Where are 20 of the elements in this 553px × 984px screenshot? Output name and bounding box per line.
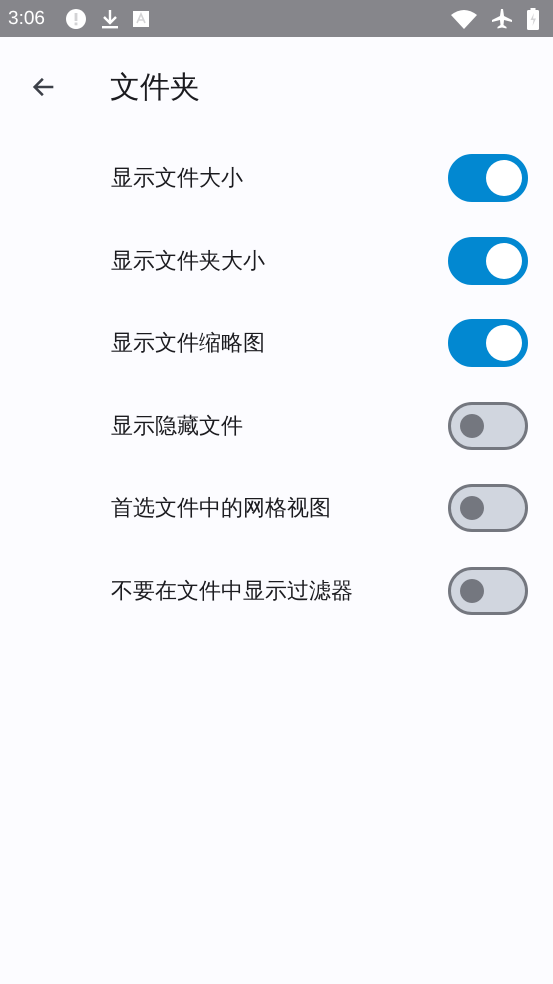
status-time: 3:06 <box>8 8 45 30</box>
airplane-icon <box>491 8 513 30</box>
setting-label: 首选文件中的网格视图 <box>111 495 332 524</box>
toggle-switch[interactable] <box>448 484 528 532</box>
setting-label: 显示文件夹大小 <box>111 248 266 276</box>
toggle-switch[interactable] <box>448 566 528 615</box>
toggle-switch[interactable] <box>448 319 528 368</box>
alert-icon <box>64 8 87 30</box>
screen-title: 文件夹 <box>110 68 200 106</box>
download-icon <box>100 8 119 30</box>
setting-label: 显示隐藏文件 <box>111 412 244 441</box>
battery-icon <box>527 8 539 30</box>
font-icon <box>132 10 149 26</box>
setting-label: 显示文件大小 <box>111 165 244 194</box>
setting-label: 不要在文件中显示过滤器 <box>111 578 354 606</box>
setting-label: 显示文件缩略图 <box>111 330 266 358</box>
toggle-switch[interactable] <box>448 402 528 450</box>
toggle-switch[interactable] <box>448 236 528 285</box>
wifi-icon <box>451 8 477 28</box>
toggle-switch[interactable] <box>448 154 528 202</box>
